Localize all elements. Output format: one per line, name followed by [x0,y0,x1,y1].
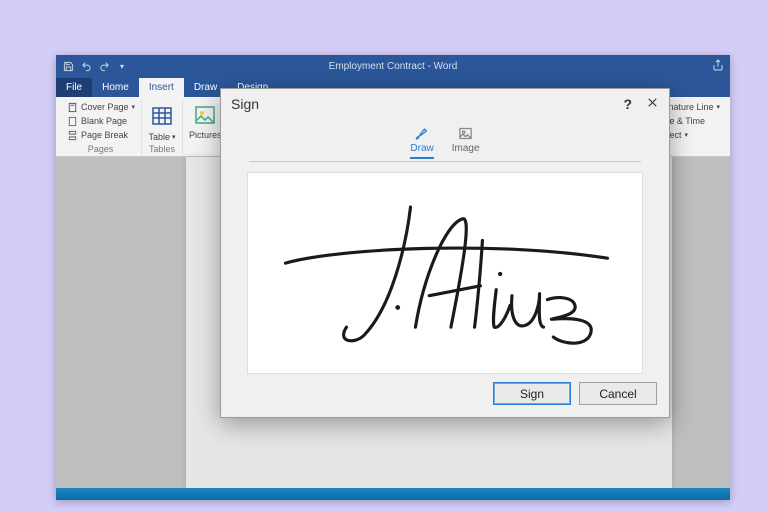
table-label: Table [149,132,171,142]
sign-button-label: Sign [520,387,544,401]
taskbar [56,488,730,500]
pen-icon [414,125,430,141]
dialog-tab-draw[interactable]: Draw [410,125,433,159]
dialog-title: Sign [231,96,259,112]
dialog-tabs: Draw Image [221,119,669,159]
dialog-buttons: Sign Cancel [221,382,669,417]
cover-page-button[interactable]: Cover Page▾ [66,101,135,113]
sign-button[interactable]: Sign [493,382,571,405]
cancel-button[interactable]: Cancel [579,382,657,405]
blank-page-button[interactable]: Blank Page [66,115,135,127]
tab-insert[interactable]: Insert [139,78,184,97]
document-title: Employment Contract - Word [56,61,730,72]
cancel-button-label: Cancel [599,387,636,401]
blank-page-label: Blank Page [81,116,127,126]
help-icon[interactable]: ? [623,96,632,112]
dialog-divider [249,161,641,162]
pages-group-label: Pages [88,144,114,154]
table-button[interactable] [148,101,176,129]
cover-page-label: Cover Page [81,102,129,112]
page-break-icon [66,129,78,141]
image-icon [458,125,474,141]
dialog-tab-image-label: Image [452,143,480,154]
blank-page-icon [66,115,78,127]
page-break-label: Page Break [81,130,128,140]
dialog-tab-draw-label: Draw [410,143,433,154]
close-icon[interactable] [646,96,659,112]
page-break-button[interactable]: Page Break [66,129,135,141]
ribbon-group-pages: Cover Page▾ Blank Page Page Break [60,99,142,156]
sign-dialog: Sign ? Draw Image [220,88,670,418]
dialog-tab-image[interactable]: Image [452,125,480,159]
dialog-titlebar: Sign ? [221,89,669,119]
ribbon-group-tables: Table▾ Tables [142,99,183,156]
titlebar: ▾ Employment Contract - Word [56,55,730,77]
signature-canvas[interactable] [247,172,643,374]
tab-file[interactable]: File [56,78,92,97]
tables-group-label: Tables [149,144,175,154]
titlebar-controls [712,59,724,74]
pictures-icon[interactable] [191,101,219,129]
tab-home[interactable]: Home [92,78,139,97]
share-icon[interactable] [712,59,724,74]
pictures-label: Pictures [189,130,222,140]
signature-drawing [248,173,642,373]
cover-page-icon [66,101,78,113]
